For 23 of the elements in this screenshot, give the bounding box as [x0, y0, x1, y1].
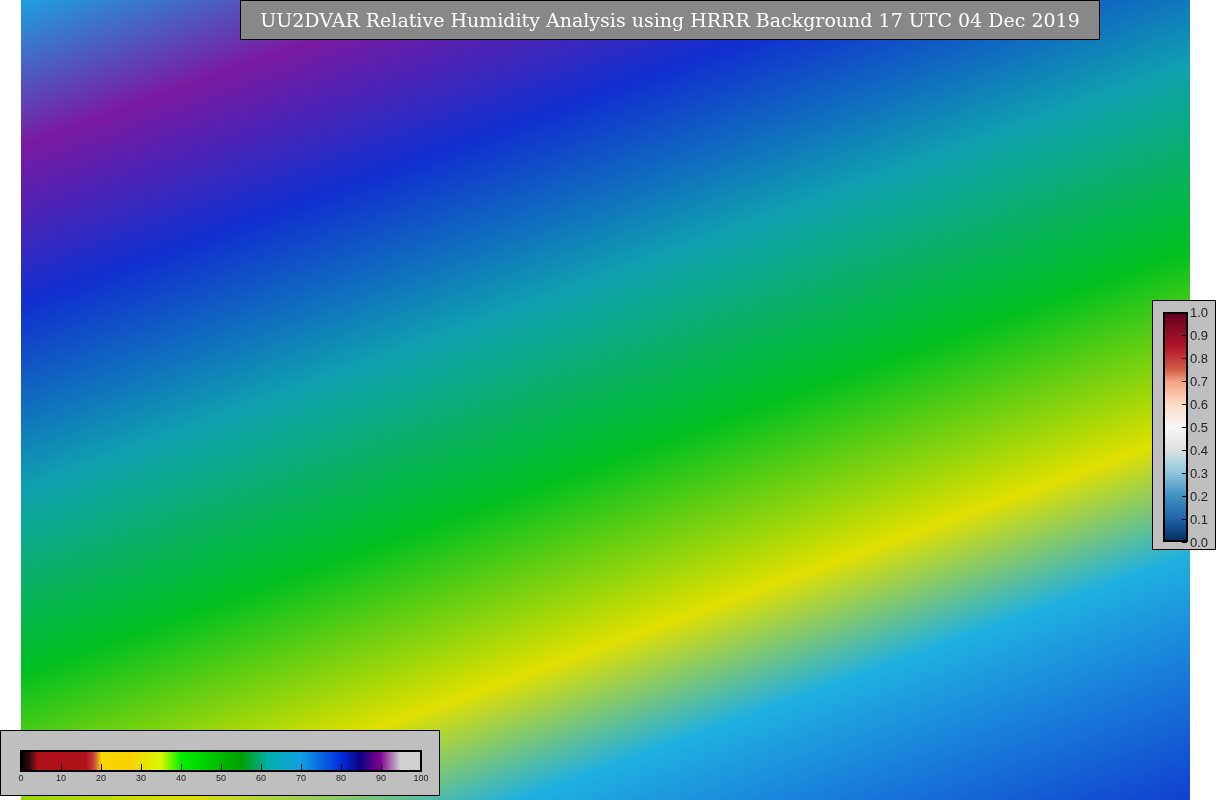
- tick-label: 0.1: [1190, 512, 1209, 526]
- tick-label: 50: [216, 774, 226, 783]
- tick-label: 100: [413, 774, 429, 783]
- tick-label: 80: [336, 774, 346, 783]
- tick-label: 30: [136, 774, 146, 783]
- tick-label: 0.3: [1190, 466, 1209, 480]
- tick-label: 70: [296, 774, 306, 783]
- tick-label: 0.8: [1190, 351, 1209, 365]
- tick-label: 90: [376, 774, 386, 783]
- tick-label: 0: [18, 774, 24, 783]
- tick-label: 1.0: [1190, 305, 1209, 319]
- tick-label: 0.7: [1190, 374, 1209, 388]
- tick-label: 0.2: [1190, 489, 1209, 503]
- tick-label: 60: [256, 774, 266, 783]
- tick-label: 0.6: [1190, 397, 1209, 411]
- tick-label: 0.5: [1190, 420, 1209, 434]
- tick-label: 0.9: [1190, 328, 1209, 342]
- tick-label: 40: [176, 774, 186, 783]
- tick-label: 0.4: [1190, 443, 1209, 457]
- chart-title: UU2DVAR Relative Humidity Analysis using HRRR Background 17 UTC 04 Dec 2019: [240, 0, 1100, 40]
- tick-label: 20: [96, 774, 106, 783]
- tick-label: 10: [56, 774, 66, 783]
- tick-label: 0.0: [1190, 535, 1209, 549]
